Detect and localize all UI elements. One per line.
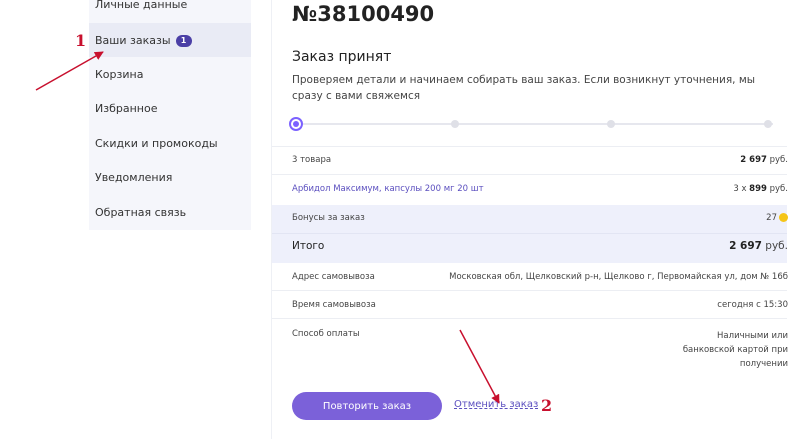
order-status-description: Проверяем детали и начинаем собирать ваш… [292,74,756,102]
sidebar-item-orders[interactable]: Ваши заказы 1 [95,34,192,47]
items-total-value: 2 697 руб. [740,155,788,165]
sidebar-item-label: Обратная связь [95,206,187,219]
items-total-amount: 2 697 [740,155,767,165]
sidebar-item-label: Избранное [95,102,158,115]
product-row-divider [272,174,787,175]
sidebar-item-label: Уведомления [95,171,173,184]
currency-label: руб. [765,240,788,252]
pickup-time-value: сегодня с 15:30 [717,300,788,310]
annotation-marker-1: 1 [75,31,87,50]
total-label: Итого [292,240,325,252]
bonus-coin-icon [779,213,788,222]
pickup-time-label: Время самовывоза [292,300,376,310]
account-sidebar: Личные данные Ваши заказы 1 Корзина Избра… [89,0,251,230]
sidebar-item-label: Личные данные [95,0,188,11]
pickup-address-value: Московская обл, Щелковский р-н, Щелково … [449,272,788,282]
items-count-label: 3 товара [292,155,332,165]
order-status-title: Заказ принят [292,49,392,65]
currency-label: руб. [769,155,788,165]
progress-step [607,120,615,128]
sidebar-item-notifications[interactable]: Уведомления [95,171,172,184]
bonus-label: Бонусы за заказ [292,213,365,223]
product-qty-price: 3 x 899 руб. [733,184,788,194]
sidebar-item-discounts[interactable]: Скидки и промокоды [95,137,218,150]
address-divider [272,290,787,291]
progress-step [764,120,772,128]
order-progress-track [297,123,773,125]
sidebar-item-label: Ваши заказы [95,34,171,47]
product-price: 899 [749,184,767,194]
sidebar-item-label: Скидки и промокоды [95,137,218,150]
bonus-value: 27 [766,213,788,223]
payment-line: Наличными или [717,331,788,341]
total-amount: 2 697 [729,240,762,252]
pickup-address-label: Адрес самовывоза [292,272,375,282]
repeat-order-button[interactable]: Повторить заказ [292,392,442,420]
sidebar-item-label: Корзина [95,68,144,81]
payment-method-label: Способ оплаты [292,329,360,339]
order-items-divider [272,146,787,147]
currency-label: руб. [769,184,788,194]
order-number: №38100490 [292,2,435,26]
product-link[interactable]: Арбидол Максимум, капсулы 200 мг 20 шт [292,184,484,194]
product-qty: 3 x [733,184,747,194]
bonus-amount: 27 [766,213,777,223]
progress-step [451,120,459,128]
bonus-divider [272,233,787,234]
total-value: 2 697 руб. [729,240,788,252]
sidebar-item-favorites[interactable]: Избранное [95,102,157,115]
annotation-marker-2: 2 [541,396,553,415]
progress-step-current [289,117,303,131]
cancel-order-link[interactable]: Отменить заказ [454,399,538,410]
payment-method-value: Наличными или банковской картой при получе… [683,329,788,371]
order-details-panel: №38100490 Заказ принят Проверяем детали … [272,0,800,439]
sidebar-item-feedback[interactable]: Обратная связь [95,206,186,219]
sidebar-item-personal-data[interactable]: Личные данные [95,0,187,11]
sidebar-item-cart[interactable]: Корзина [95,68,143,81]
payment-line: получении [739,359,788,369]
orders-count-badge: 1 [175,35,192,47]
time-divider [272,318,787,319]
payment-line: банковской картой при [682,345,788,355]
